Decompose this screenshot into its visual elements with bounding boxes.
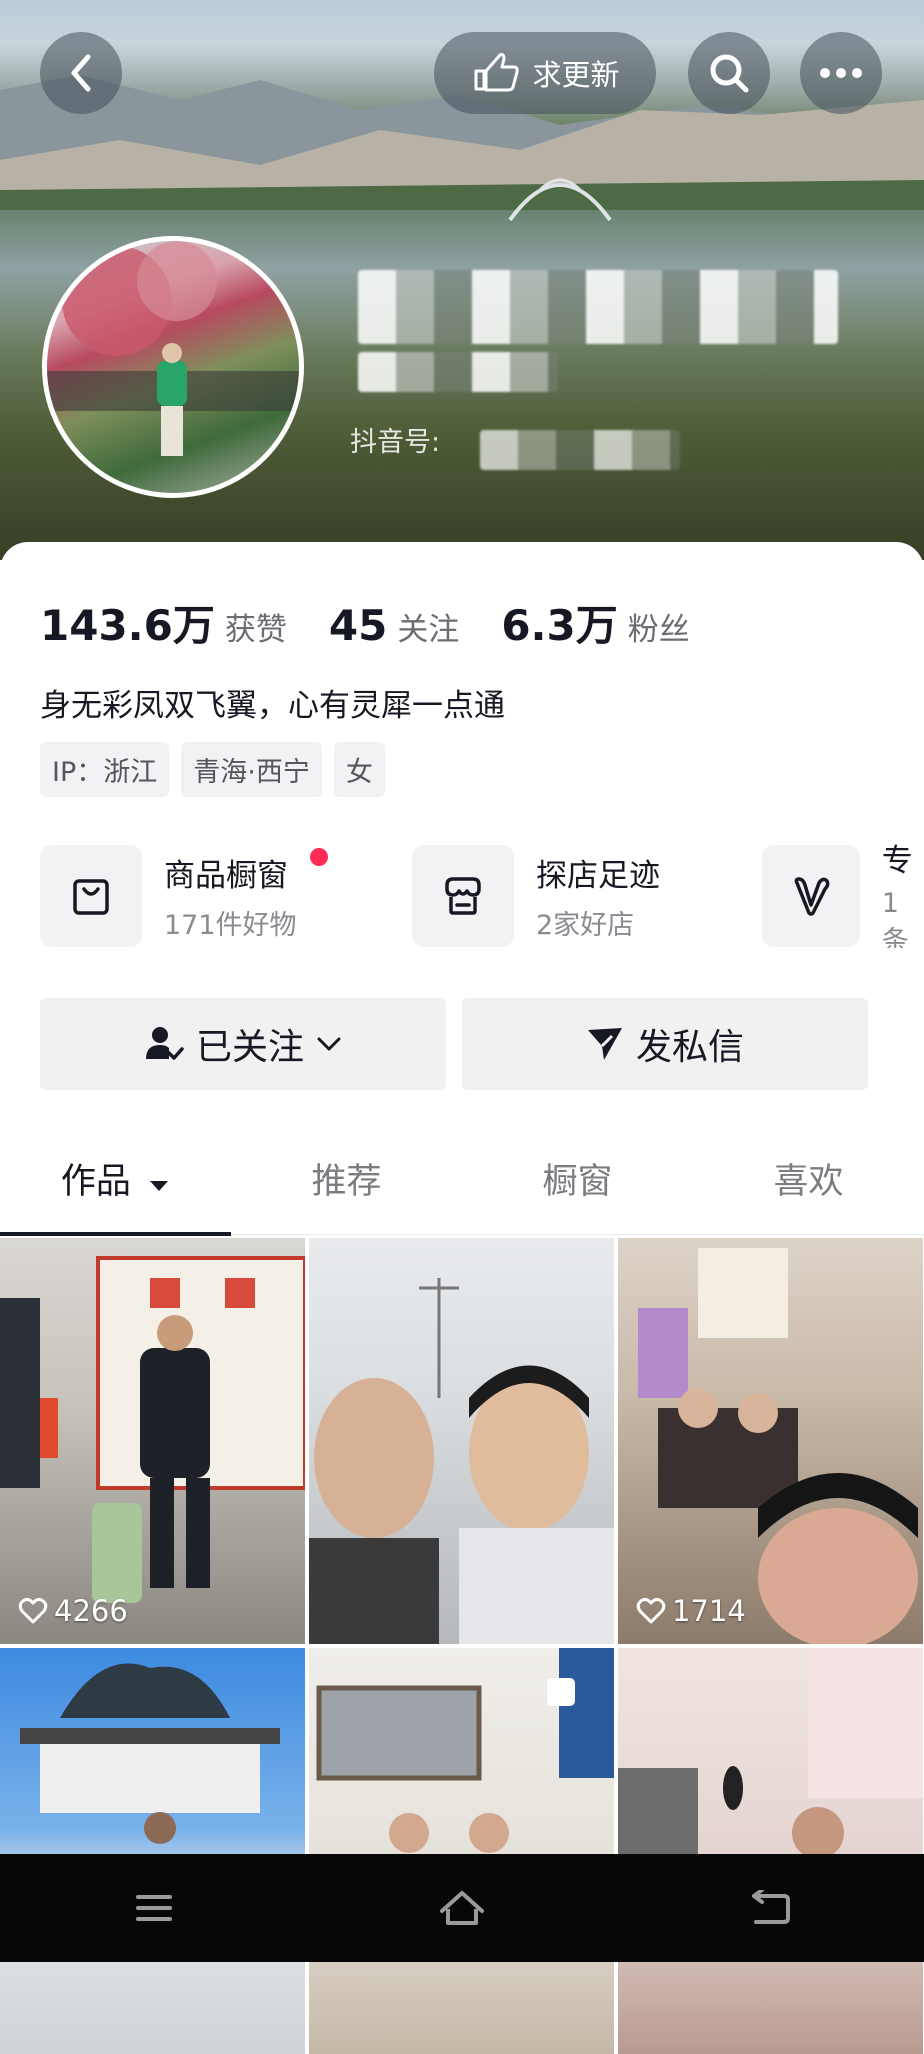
ip-location-tag: IP：浙江 <box>40 742 170 797</box>
video-thumbnail[interactable] <box>309 1238 614 1644</box>
back-button[interactable] <box>40 32 122 114</box>
chevron-down-icon <box>317 1037 341 1051</box>
bio-text: 身无彩凤双飞翼，心有灵犀一点通 <box>40 688 505 724</box>
topic-icon-box <box>762 845 860 947</box>
request-update-label: 求更新 <box>532 58 620 92</box>
tab-works-label: 作品 <box>60 1162 131 1202</box>
blurred-douyin-id <box>480 430 680 470</box>
menu-icon <box>136 1895 172 1921</box>
home-button[interactable] <box>382 1878 542 1938</box>
following-label[interactable]: 关注 <box>397 604 459 649</box>
like-count: 1714 <box>636 1594 746 1628</box>
paper-plane-icon <box>587 1028 622 1060</box>
tab-recommend[interactable]: 推荐 <box>231 1150 462 1230</box>
heart-outline-icon <box>636 1597 666 1624</box>
likes-label: 获赞 <box>224 612 287 648</box>
thumbnail-scene <box>638 1248 918 1644</box>
followers-count[interactable]: 6.3万 <box>501 592 617 653</box>
caret-down-icon <box>150 1181 169 1191</box>
notification-dot <box>310 848 328 866</box>
thumbnail-scene <box>316 1648 614 1853</box>
search-button[interactable] <box>688 32 770 114</box>
video-thumbnail[interactable]: 1714 <box>618 1238 923 1644</box>
like-count-value: 4266 <box>54 1594 128 1628</box>
topic-entry[interactable]: 专 1条 <box>762 844 924 948</box>
video-thumbnail[interactable]: 4266 <box>0 1238 305 1644</box>
likes-count: 143.6万 <box>40 601 215 650</box>
shopping-bag-icon <box>73 879 109 915</box>
like-count: 4266 <box>18 1594 128 1628</box>
pointing-hand-icon <box>474 53 520 92</box>
thumbnail-scene <box>309 1278 614 1644</box>
store-icon <box>445 877 481 915</box>
thumbnail-scene <box>618 1648 923 1858</box>
shop-window-title: 商品橱窗 <box>164 858 288 894</box>
blurred-nickname <box>358 270 838 344</box>
tab-likes[interactable]: 喜欢 <box>693 1150 924 1230</box>
followers-label[interactable]: 粉丝 <box>628 604 690 649</box>
region-tag[interactable]: 青海·西宁 <box>181 742 322 797</box>
gender-tag: 女 <box>333 742 385 797</box>
heart-v-icon <box>794 877 830 916</box>
menu-button[interactable] <box>74 1878 234 1938</box>
content-tabs: 作品 推荐 橱窗 喜欢 <box>0 1150 924 1230</box>
douyin-id-prefix: 抖音号: <box>350 427 441 458</box>
following-count[interactable]: 45 <box>329 601 387 650</box>
more-dots-icon <box>820 68 862 78</box>
douyin-id-row: 抖音号: <box>350 420 440 459</box>
system-navigation-bar <box>0 1854 924 1962</box>
store-visits-entry[interactable]: 探店足迹 2家好店 <box>412 844 660 948</box>
home-icon <box>440 1891 484 1925</box>
heart-outline-icon <box>18 1597 48 1624</box>
topic-sub: 1条 <box>881 887 909 949</box>
topic-title: 专 <box>881 844 913 879</box>
feature-row: 商品橱窗 171件好物 探店足迹 2家好店 专 1条 <box>40 844 924 948</box>
back-nav-button[interactable] <box>690 1878 850 1938</box>
followed-button[interactable]: 已关注 <box>40 998 446 1090</box>
avatar[interactable] <box>42 236 304 498</box>
tab-showcase[interactable]: 橱窗 <box>462 1150 693 1230</box>
shop-window-icon-box <box>40 845 142 947</box>
message-button[interactable]: 发私信 <box>462 998 868 1090</box>
request-update-button[interactable]: 求更新 <box>434 32 656 114</box>
thumbnail-scene <box>20 1663 280 1844</box>
blurred-nickname-line2 <box>358 352 558 392</box>
stats-row: 143.6万 获赞 45 关注 6.3万 粉丝 <box>40 592 732 653</box>
video-thumbnail[interactable] <box>618 1648 923 2054</box>
store-visits-sub: 2家好店 <box>536 910 635 941</box>
thumbnail-scene <box>0 1256 305 1603</box>
store-visits-icon-box <box>412 845 514 947</box>
video-thumbnail[interactable] <box>0 1648 305 2054</box>
return-icon <box>752 1890 790 1924</box>
tag-row: IP：浙江 青海·西宁 女 <box>40 742 385 797</box>
avatar-photo <box>47 241 299 456</box>
shop-window-sub: 171件好物 <box>164 910 297 941</box>
tab-works[interactable]: 作品 <box>0 1150 231 1230</box>
more-button[interactable] <box>800 32 882 114</box>
back-arrow-icon <box>71 54 91 92</box>
followed-label: 已关注 <box>195 1027 304 1068</box>
active-tab-indicator <box>0 1232 231 1236</box>
store-visits-title: 探店足迹 <box>536 858 660 894</box>
user-check-icon <box>145 1027 184 1060</box>
bridge-arch <box>508 178 612 222</box>
video-thumbnail[interactable] <box>309 1648 614 2054</box>
profile-sheet: 143.6万 获赞 45 关注 6.3万 粉丝 身无彩凤双飞翼，心有灵犀一点通 … <box>0 542 924 2054</box>
search-icon <box>710 54 749 93</box>
message-label: 发私信 <box>635 1027 744 1068</box>
like-count-value: 1714 <box>672 1594 746 1628</box>
shop-window-entry[interactable]: 商品橱窗 171件好物 <box>40 844 297 948</box>
